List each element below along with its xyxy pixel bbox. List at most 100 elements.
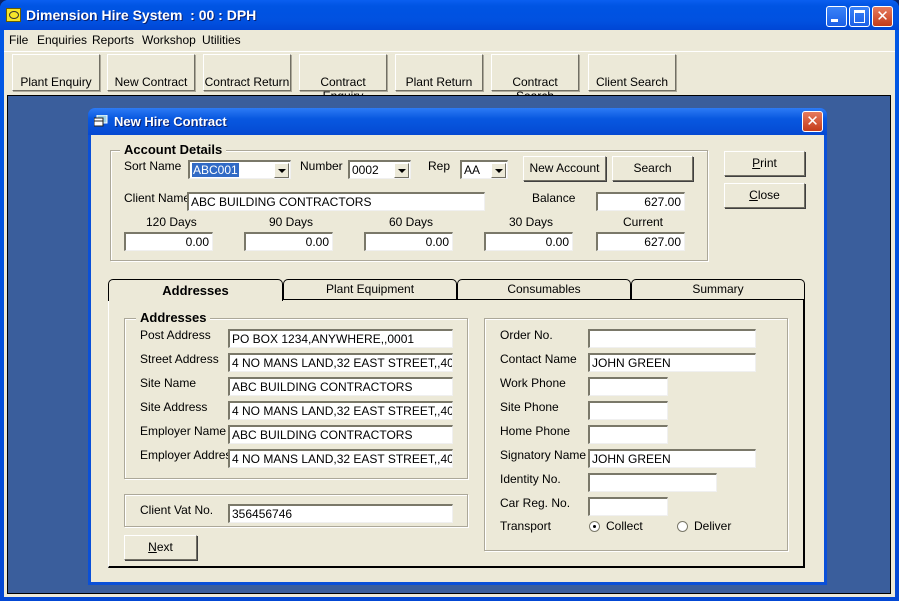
balance-label: Balance [532,191,576,205]
address-row-label: Employer Name [140,424,227,438]
tab-plant-equipment[interactable]: Plant Equipment [283,279,457,299]
menu-separator [4,51,895,52]
contact-row-label: Order No. [500,328,553,342]
balance-field[interactable]: 627.00 [596,192,685,211]
vat-label: Client Vat No. [140,503,214,517]
address-row-field[interactable]: PO BOX 1234,ANYWHERE,,0001 [228,329,453,348]
dialog-title: New Hire Contract [114,114,227,129]
aging-current-label: Current [623,215,664,229]
aging-90-field[interactable]: 0.00 [244,232,333,251]
tab-consumables[interactable]: Consumables [457,279,631,299]
client-search-button[interactable]: Client Search [588,54,676,91]
address-row-field[interactable]: 4 NO MANS LAND,32 EAST STREET,,4001 [228,353,453,372]
new-contract-button[interactable]: New Contract [107,54,195,91]
close-button[interactable]: ✕ [872,6,893,27]
next-mnemonic: N [148,540,157,554]
transport-label: Transport [500,519,551,533]
close-mnemonic: C [749,188,758,202]
close-dialog-button[interactable]: Close [724,183,805,208]
number-combo[interactable]: 0002 [348,160,411,179]
address-row-field[interactable]: ABC BUILDING CONTRACTORS [228,425,453,444]
client-name-field[interactable]: ABC BUILDING CONTRACTORS [187,192,485,211]
new-account-button[interactable]: New Account [523,156,606,181]
maximize-button[interactable] [849,6,870,27]
address-row-label: Site Address [140,400,208,414]
contact-row-field[interactable]: JOHN GREEN [588,449,756,468]
contract-enquiry-button[interactable]: Contract Enquiry [299,54,387,103]
transport-collect-label[interactable]: Collect [606,519,643,533]
aging-60-field[interactable]: 0.00 [364,232,453,251]
rep-value: AA [464,163,481,177]
menu-workshop[interactable]: Workshop [142,33,196,47]
address-row-label: Street Address [140,352,219,366]
chevron-down-icon[interactable] [274,163,289,178]
next-button[interactable]: Next [124,535,197,560]
search-button[interactable]: Search [612,156,693,181]
contact-row-field[interactable] [588,329,756,348]
aging-30-label: 30 Days [509,215,554,229]
number-value: 0002 [352,163,379,177]
window-title: Dimension Hire System : 00 : DPH [26,7,257,23]
contact-row-label: Signatory Name [500,448,587,462]
rep-combo[interactable]: AA [460,160,508,179]
address-row-label: Site Name [140,376,197,390]
print-label: rint [760,156,777,170]
main-titlebar[interactable]: Dimension Hire System : 00 : DPH ✕ [0,0,899,30]
dialog-titlebar[interactable]: New Hire Contract ✕ [88,108,827,135]
app-icon [6,8,21,22]
sort-name-label: Sort Name [124,159,182,173]
address-row-field[interactable]: 4 NO MANS LAND,32 EAST STREET,,4001 [228,449,453,468]
contact-row-field[interactable]: JOHN GREEN [588,353,756,372]
contract-return-button[interactable]: Contract Return [203,54,291,91]
print-mnemonic: P [752,156,761,170]
tab-addresses[interactable]: Addresses [108,279,283,301]
aging-current-field[interactable]: 627.00 [596,232,685,251]
sort-name-combo[interactable]: ABC001 [188,160,291,179]
tab-summary[interactable]: Summary [631,279,805,299]
print-button[interactable]: Print [724,151,805,176]
menu-file[interactable]: File [9,33,28,47]
address-row-field[interactable]: ABC BUILDING CONTRACTORS [228,377,453,396]
minimize-button[interactable] [826,6,847,27]
next-label: ext [156,540,173,554]
form-icon [94,115,108,127]
close-label: lose [757,188,780,202]
addresses-group-title: Addresses [136,310,211,325]
aging-30-field[interactable]: 0.00 [484,232,573,251]
address-row-label: Employer Address [140,448,238,462]
close-icon: ✕ [806,112,819,130]
plant-enquiry-button[interactable]: Plant Enquiry [12,54,100,91]
transport-deliver-label[interactable]: Deliver [694,519,731,533]
vat-field[interactable]: 356456746 [228,504,453,523]
menu-reports[interactable]: Reports [92,33,134,47]
transport-deliver-radio[interactable] [677,521,688,532]
close-icon: ✕ [876,7,889,25]
menubar: File Enquiries Reports Workshop Utilitie… [4,30,895,50]
aging-120-label: 120 Days [146,215,197,229]
transport-collect-radio[interactable] [589,521,600,532]
plant-return-button[interactable]: Plant Return [395,54,483,91]
menu-utilities[interactable]: Utilities [202,33,241,47]
menu-enquiries[interactable]: Enquiries [37,33,87,47]
sort-name-value: ABC001 [192,163,239,177]
contact-row-label: Identity No. [500,472,561,486]
aging-60-label: 60 Days [389,215,434,229]
chevron-down-icon[interactable] [491,163,506,178]
contact-row-label: Work Phone [500,376,566,390]
aging-120-field[interactable]: 0.00 [124,232,213,251]
contact-row-field[interactable] [588,473,717,492]
contract-search-button[interactable]: Contract Search [491,54,579,103]
contact-row-label: Contact Name [500,352,577,366]
client-name-label: Client Name [124,191,191,205]
dialog-close-button[interactable]: ✕ [802,111,823,132]
address-row-field[interactable]: 4 NO MANS LAND,32 EAST STREET,,4001 [228,401,453,420]
contact-row-field[interactable] [588,377,668,396]
contact-row-field[interactable] [588,497,668,516]
contact-row-label: Site Phone [500,400,559,414]
aging-90-label: 90 Days [269,215,314,229]
contact-row-field[interactable] [588,401,668,420]
contact-row-label: Car Reg. No. [500,496,571,510]
chevron-down-icon[interactable] [394,163,409,178]
contact-row-field[interactable] [588,425,668,444]
rep-label: Rep [428,159,451,173]
